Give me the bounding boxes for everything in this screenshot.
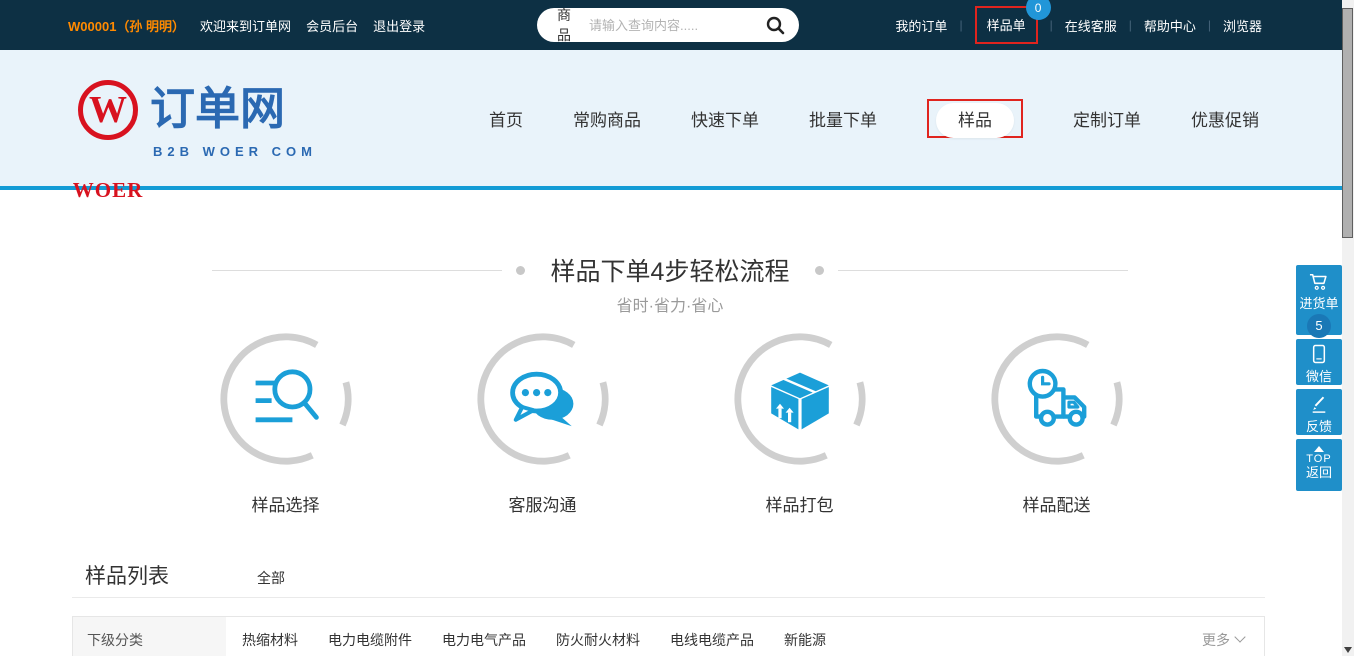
search-category-label[interactable]: 商品 [557,5,573,45]
purchase-cart-button[interactable]: 进货单 5 [1296,265,1342,335]
step-circle [989,331,1125,467]
process-subtitle: 省时·省力·省心 [0,292,1340,316]
step-label: 客服沟通 [414,491,671,516]
nav-batch-order[interactable]: 批量下单 [809,106,877,131]
logo-brand-text: WOER [70,178,146,203]
more-label: 更多 [1202,630,1230,650]
sample-list-title: 样品列表 [85,560,169,590]
site-subtitle: B2B WOER COM [153,144,317,159]
site-header: W WOER 订单网 B2B WOER COM 首页 常购商品 快速下单 批量下… [0,50,1354,190]
topbar-left-group: W00001（孙 明明） 欢迎来到订单网 会员后台 退出登录 [68,0,425,50]
nav-custom-order[interactable]: 定制订单 [1073,106,1141,131]
phone-icon [1311,344,1327,364]
subcategory-label: 下级分类 [73,617,226,656]
cart-icon [1308,272,1330,291]
step-label: 样品选择 [157,491,414,516]
step-circle [218,331,354,467]
category-links: 热缩材料 电力电缆附件 电力电气产品 防火耐火材料 电线电缆产品 新能源 [226,617,826,656]
delivery-truck-icon [1017,359,1097,439]
sample-cart-badge: 0 [1026,0,1051,20]
separator: | [1050,18,1053,32]
main-nav: 首页 常购商品 快速下单 批量下单 样品 定制订单 优惠促销 [489,50,1259,186]
topbar: W00001（孙 明明） 欢迎来到订单网 会员后台 退出登录 商品 我的订单 |… [0,0,1354,50]
tab-all[interactable]: 全部 [257,568,285,588]
scrollbar-down-arrow-icon[interactable] [1344,647,1352,653]
my-orders-link[interactable]: 我的订单 [895,16,947,35]
chevron-down-icon [1234,631,1245,642]
nav-home[interactable]: 首页 [489,106,523,131]
category-link[interactable]: 热缩材料 [242,630,298,656]
separator: | [1129,18,1132,32]
nav-frequent-products[interactable]: 常购商品 [573,106,641,131]
more-button[interactable]: 更多 [1202,617,1264,656]
category-link[interactable]: 电力电气产品 [442,630,526,656]
member-center-link[interactable]: 会员后台 [306,16,358,35]
search-input[interactable] [589,18,765,33]
step-sample-pack: 样品打包 [671,331,928,516]
feedback-label: 反馈 [1296,419,1342,435]
step-sample-select: 样品选择 [157,331,414,516]
category-link[interactable]: 新能源 [784,630,826,656]
user-id[interactable]: W00001（孙 明明） [68,16,185,35]
vertical-scrollbar[interactable] [1342,0,1354,656]
floating-toolbar: 进货单 5 微信 反馈 TOP 返回 [1296,265,1342,495]
search-bar[interactable]: 商品 [537,8,799,42]
process-title: 样品下单4步轻松流程 [551,252,790,288]
decor-line [212,270,502,271]
category-filter-panel: 下级分类 热缩材料 电力电缆附件 电力电气产品 防火耐火材料 电线电缆产品 新能… [72,616,1265,656]
sample-cart-link[interactable]: 样品单 [987,18,1026,33]
wechat-button[interactable]: 微信 [1296,339,1342,385]
topbar-right-group: 我的订单 | 样品单 0 | 在线客服 | 帮助中心 | 浏览器 [895,0,1262,50]
step-label: 样品配送 [928,491,1185,516]
scrollbar-thumb[interactable] [1342,8,1353,238]
category-link[interactable]: 电线电缆产品 [670,630,754,656]
category-link[interactable]: 电力电缆附件 [328,630,412,656]
nav-samples-annotation-box: 样品 [927,99,1023,138]
help-center-link[interactable]: 帮助中心 [1144,16,1196,35]
decor-line [838,270,1128,271]
step-service-chat: 客服沟通 [414,331,671,516]
logo-monogram: W [89,91,127,129]
process-steps: 样品选择 客服沟通 [157,331,1185,516]
step-circle [475,331,611,467]
decor-dot [815,266,824,275]
back-to-top-button[interactable]: TOP 返回 [1296,439,1342,491]
wechat-label: 微信 [1296,369,1342,385]
decor-dot [516,266,525,275]
nav-promotions[interactable]: 优惠促销 [1191,106,1259,131]
feedback-button[interactable]: 反馈 [1296,389,1342,435]
divider [72,597,1265,598]
step-circle [732,331,868,467]
separator: | [1208,18,1211,32]
return-label: 返回 [1296,465,1342,481]
online-service-link[interactable]: 在线客服 [1065,16,1117,35]
top-label: TOP [1296,453,1342,465]
search-list-icon [246,359,326,439]
browser-link[interactable]: 浏览器 [1223,16,1262,35]
top-arrow-icon [1314,446,1324,452]
package-box-icon [760,359,840,439]
pencil-icon [1310,394,1328,414]
process-title-row: 样品下单4步轻松流程 [0,252,1340,288]
purchase-cart-label: 进货单 [1296,296,1342,312]
woer-logo-icon[interactable]: W [78,80,138,140]
step-sample-delivery: 样品配送 [928,331,1185,516]
logout-link[interactable]: 退出登录 [373,16,425,35]
sample-cart-annotation-box: 样品单 0 [975,6,1038,44]
welcome-text: 欢迎来到订单网 [200,16,291,35]
step-label: 样品打包 [671,491,928,516]
nav-quick-order[interactable]: 快速下单 [691,106,759,131]
nav-samples-active[interactable]: 样品 [936,103,1014,138]
sample-list-header: 样品列表 全部 [85,560,285,590]
chat-bubbles-icon [503,359,583,439]
separator: | [959,18,962,32]
search-icon[interactable] [765,15,785,35]
category-link[interactable]: 防火耐火材料 [556,630,640,656]
site-name[interactable]: 订单网 [150,86,285,131]
purchase-cart-badge: 5 [1307,314,1331,338]
